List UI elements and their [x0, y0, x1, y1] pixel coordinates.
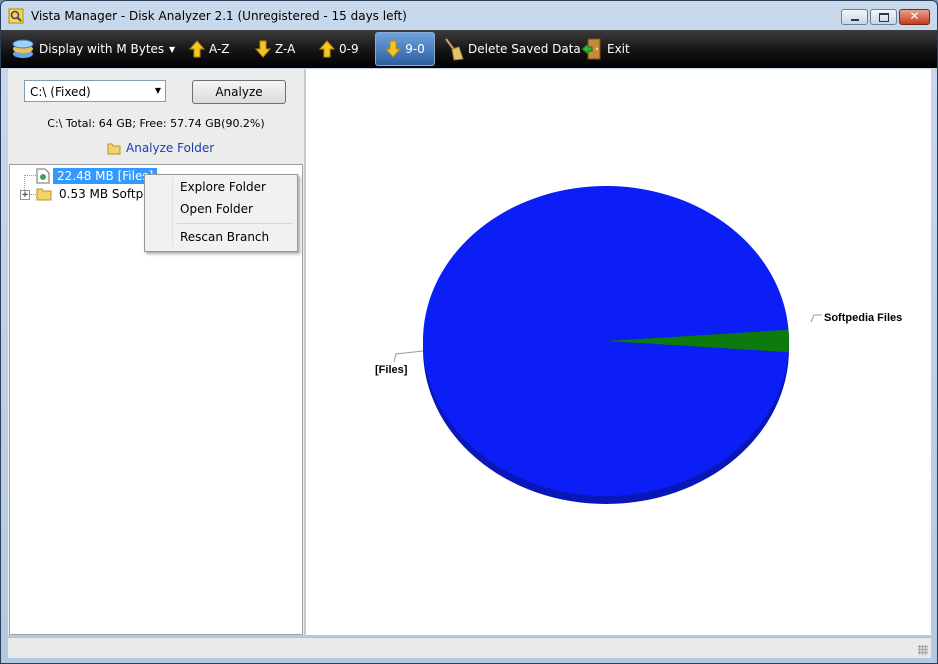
arrow-down-icon	[385, 40, 402, 58]
slice-label-softpedia-files: Softpedia Files	[824, 312, 902, 324]
menu-item-explore-folder[interactable]: Explore Folder	[180, 180, 266, 194]
arrow-down-icon	[255, 40, 271, 58]
sort-9-0-button[interactable]: 9-0	[375, 32, 435, 66]
pie-chart: Softpedia Files [Files]	[375, 186, 902, 504]
context-menu: Explore Folder Open Folder Rescan Branch	[144, 174, 298, 252]
drive-select[interactable]: C:\ (Fixed) ▼	[24, 80, 166, 102]
tree-node-files[interactable]: 22.48 MB [Files]	[36, 167, 158, 185]
slice-label-files: [Files]	[375, 364, 408, 376]
leader-line	[810, 314, 822, 323]
left-panel: C:\ (Fixed) ▼ Analyze C:\ Total: 64 GB; …	[8, 69, 304, 635]
folder-icon	[107, 143, 121, 155]
leader-line	[393, 350, 424, 363]
status-bar	[8, 637, 931, 658]
toolbar: Display with M Bytes ▼ A-Z Z-A 0-9 9-0 D…	[1, 30, 937, 68]
display-units-button[interactable]: Display with M Bytes	[11, 30, 164, 68]
analyze-folder-link[interactable]: Analyze Folder	[107, 141, 214, 155]
exit-label: Exit	[607, 42, 630, 56]
app-icon	[8, 8, 24, 24]
sort-za-label: Z-A	[275, 42, 296, 56]
menu-separator	[177, 223, 293, 224]
sort-9-0-label: 9-0	[405, 42, 425, 56]
drive-info: C:\ Total: 64 GB; Free: 57.74 GB(90.2%)	[47, 117, 265, 130]
display-units-label: Display with M Bytes	[39, 42, 165, 56]
chart-panel: Softpedia Files [Files]	[306, 69, 931, 635]
folder-icon	[36, 188, 52, 201]
analyze-folder-label: Analyze Folder	[126, 141, 215, 155]
title-bar[interactable]: Vista Manager - Disk Analyzer 2.1 (Unreg…	[1, 1, 937, 31]
sort-0-9-button[interactable]: 0-9	[319, 30, 359, 68]
menu-item-open-folder[interactable]: Open Folder	[180, 202, 253, 216]
analyze-button[interactable]: Analyze	[192, 80, 286, 104]
app-window: Vista Manager - Disk Analyzer 2.1 (Unreg…	[0, 0, 938, 664]
sort-az-button[interactable]: A-Z	[189, 30, 230, 68]
exit-button[interactable]: Exit	[581, 30, 630, 68]
window-title: Vista Manager - Disk Analyzer 2.1 (Unreg…	[31, 9, 407, 23]
maximize-button[interactable]	[870, 9, 897, 25]
exit-door-icon	[581, 38, 601, 60]
close-button[interactable]: ✕	[899, 9, 930, 25]
resize-grip[interactable]	[918, 645, 928, 655]
menu-item-rescan-branch[interactable]: Rescan Branch	[180, 230, 269, 244]
tree-node-label: 22.48 MB [Files]	[53, 168, 158, 184]
arrow-up-icon	[189, 40, 205, 58]
drive-select-value: C:\ (Fixed)	[30, 85, 91, 99]
chevron-down-icon: ▼	[169, 44, 176, 54]
display-units-dropdown[interactable]: ▼	[169, 30, 175, 68]
delete-saved-data-button[interactable]: Delete Saved Data	[442, 30, 581, 68]
disk-stack-icon	[12, 39, 34, 58]
sort-0-9-label: 0-9	[339, 42, 359, 56]
sort-za-button[interactable]: Z-A	[255, 30, 295, 68]
delete-saved-data-label: Delete Saved Data	[468, 42, 581, 56]
arrow-up-icon	[319, 40, 335, 58]
chevron-down-icon: ▼	[154, 86, 161, 95]
expand-icon[interactable]: +	[20, 190, 30, 200]
close-icon: ✕	[909, 9, 920, 23]
minimize-button[interactable]	[841, 9, 868, 25]
broom-icon	[445, 38, 464, 61]
sort-az-label: A-Z	[209, 42, 230, 56]
file-icon	[36, 168, 50, 184]
